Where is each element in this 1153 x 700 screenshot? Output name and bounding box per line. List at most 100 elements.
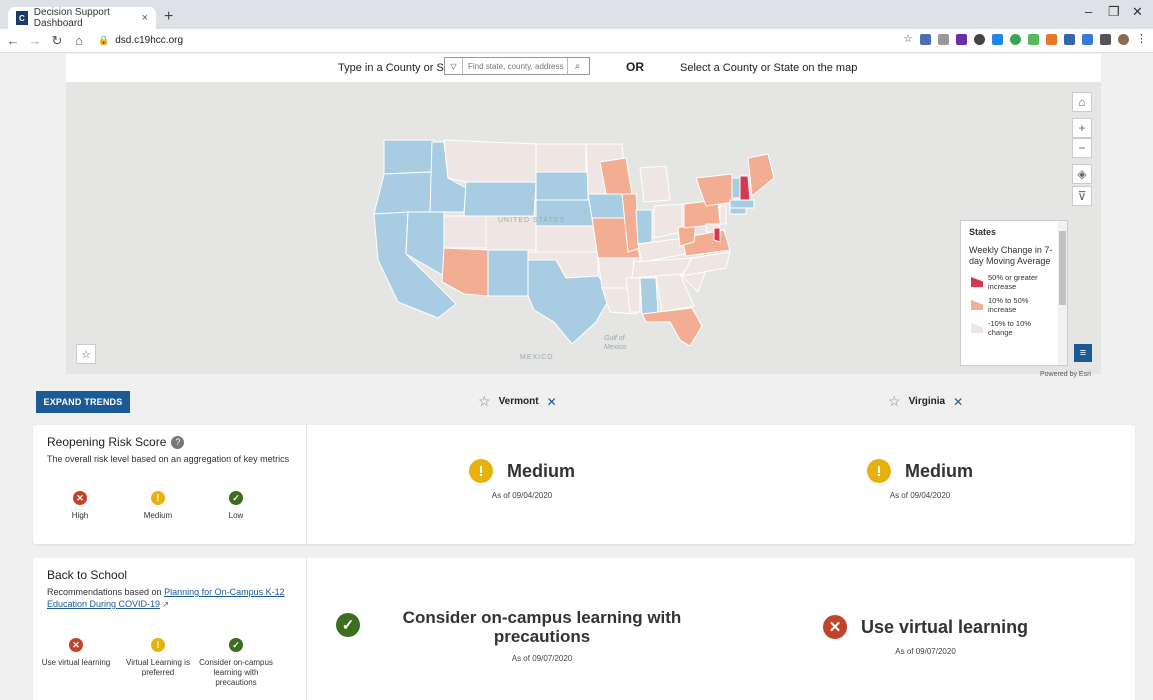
school-subtitle-prefix: Recommendations based on xyxy=(47,587,165,597)
scale-low: ✓ Low xyxy=(199,491,273,521)
new-tab-button[interactable]: + xyxy=(164,8,173,26)
location-search-box[interactable]: ▽ ⌕ xyxy=(444,57,590,75)
close-window-button[interactable]: ✕ xyxy=(1132,4,1143,20)
scrollbar-thumb[interactable] xyxy=(1059,231,1066,305)
dropdown-filter-icon[interactable]: ▽ xyxy=(445,58,463,74)
high-risk-icon: ✕ xyxy=(73,491,87,505)
restore-button[interactable]: ❐ xyxy=(1108,4,1120,20)
browser-tab[interactable]: C Decision Support Dashboard × xyxy=(8,7,156,29)
profile-avatar[interactable] xyxy=(1118,34,1129,45)
scale-preferred: ! Virtual Learning is preferred xyxy=(121,638,195,678)
legend-swatch-high xyxy=(971,277,983,287)
state-alabama[interactable] xyxy=(639,277,659,315)
scale-high: ✕ High xyxy=(43,491,117,521)
state-connecticut[interactable] xyxy=(729,207,747,215)
states-map[interactable]: UNITED STATES MEXICO Gulf of Mexico ⌂ + … xyxy=(66,82,1101,374)
favorite-star-icon[interactable]: ☆ xyxy=(888,393,901,410)
zoom-out-button[interactable]: − xyxy=(1072,138,1092,158)
filter-icon[interactable]: ⊽ xyxy=(1072,186,1092,206)
risk-as-of: As of 09/04/2020 xyxy=(491,491,553,500)
state-oregon[interactable] xyxy=(373,171,433,215)
school-as-of: As of 09/07/2020 xyxy=(511,654,573,663)
reload-icon[interactable]: ↻ xyxy=(48,33,66,49)
state-michigan[interactable] xyxy=(639,165,671,203)
state-new-york[interactable] xyxy=(695,173,735,207)
minimize-button[interactable]: – xyxy=(1085,4,1092,19)
risk-value: Medium xyxy=(905,460,974,481)
forward-icon[interactable]: → xyxy=(26,33,44,48)
extension-icon[interactable] xyxy=(1010,34,1021,45)
extension-icon[interactable] xyxy=(1028,34,1039,45)
extension-icon[interactable] xyxy=(938,34,949,45)
state-vermont[interactable] xyxy=(731,177,741,199)
state-utah[interactable] xyxy=(443,215,487,249)
state-kansas[interactable] xyxy=(535,225,597,253)
bookmark-star-icon[interactable]: ☆ xyxy=(76,344,96,364)
trends-row: EXPAND TRENDS ☆ Vermont ✕ ☆ Virginia ✕ xyxy=(0,387,1153,415)
scale-label: Low xyxy=(228,511,244,520)
layers-icon[interactable]: ◈ xyxy=(1072,164,1092,184)
extension-icon[interactable] xyxy=(1064,34,1075,45)
location-search-input[interactable] xyxy=(463,61,567,71)
remove-location-icon[interactable]: ✕ xyxy=(953,395,963,409)
legend-subtitle: Weekly Change in 7-day Moving Average xyxy=(969,245,1053,266)
state-new-jersey[interactable] xyxy=(719,205,727,225)
location-chip-virginia: ☆ Virginia ✕ xyxy=(888,393,963,410)
puzzle-icon[interactable] xyxy=(1100,34,1111,45)
powered-by-esri[interactable]: Powered by Esri xyxy=(1040,371,1091,378)
extension-icon[interactable] xyxy=(992,34,1003,45)
external-link-icon[interactable]: ↗ xyxy=(160,600,169,609)
map-label-gulf: Gulf of Mexico xyxy=(604,335,627,351)
expand-trends-button[interactable]: EXPAND TRENDS xyxy=(36,391,130,413)
map-label-mexico: MEXICO xyxy=(520,354,554,361)
scale-virtual: ✕ Use virtual learning xyxy=(39,638,113,668)
state-montana[interactable] xyxy=(443,139,537,183)
favorite-star-icon[interactable]: ☆ xyxy=(478,393,491,410)
zoom-in-button[interactable]: + xyxy=(1072,118,1092,138)
search-icon[interactable]: ⌕ xyxy=(567,58,587,74)
extension-icon[interactable] xyxy=(920,34,931,45)
map-label-us: UNITED STATES xyxy=(498,217,566,224)
map-legend[interactable]: States Weekly Change in 7-day Moving Ave… xyxy=(960,220,1068,366)
legend-list-icon[interactable]: ≡ xyxy=(1074,344,1092,362)
state-arizona[interactable] xyxy=(441,247,489,297)
scale-medium: ! Medium xyxy=(121,491,195,521)
state-indiana[interactable] xyxy=(635,209,653,245)
us-map-svg[interactable] xyxy=(66,82,1101,374)
home-icon[interactable]: ⌂ xyxy=(70,33,88,48)
legend-item-label: -10% to 10% change xyxy=(988,319,1031,337)
menu-kebab-icon[interactable]: ⋮ xyxy=(1136,34,1147,45)
state-massachusetts[interactable] xyxy=(729,199,755,209)
help-icon[interactable]: ? xyxy=(171,435,185,449)
state-new-mexico[interactable] xyxy=(487,249,529,297)
bookmark-star-icon[interactable]: ☆ xyxy=(903,34,913,45)
legend-title: States xyxy=(969,227,997,237)
state-maine[interactable] xyxy=(747,153,775,197)
legend-item: 50% or greater increase xyxy=(969,273,1059,291)
tab-close-icon[interactable]: × xyxy=(142,12,148,24)
extension-icon[interactable] xyxy=(1046,34,1057,45)
state-wyoming[interactable] xyxy=(463,181,537,217)
school-description: Back to School Recommendations based on … xyxy=(33,558,307,700)
extension-icon[interactable] xyxy=(1082,34,1093,45)
virtual-learning-icon: ✕ xyxy=(69,638,83,652)
legend-scrollbar[interactable] xyxy=(1058,221,1067,365)
browser-toolbar: ← → ↻ ⌂ 🔒 dsd.c19hcc.org ☆ ⋮ xyxy=(0,29,1153,53)
extension-icon[interactable] xyxy=(974,34,985,45)
dashboard-page: Type in a County or State ▽ ⌕ OR Select … xyxy=(0,54,1153,700)
home-extent-icon[interactable]: ⌂ xyxy=(1072,92,1092,112)
state-new-hampshire[interactable] xyxy=(739,175,751,201)
state-washington[interactable] xyxy=(383,139,435,175)
state-north-dakota[interactable] xyxy=(535,143,587,173)
state-wisconsin[interactable] xyxy=(599,157,633,195)
remove-location-icon[interactable]: ✕ xyxy=(547,395,557,409)
state-florida[interactable] xyxy=(641,307,703,347)
state-delaware[interactable] xyxy=(713,227,721,243)
address-bar[interactable]: dsd.c19hcc.org xyxy=(115,35,183,46)
extension-icon[interactable] xyxy=(956,34,967,45)
state-south-dakota[interactable] xyxy=(535,171,589,201)
risk-as-of: As of 09/04/2020 xyxy=(889,491,951,500)
back-icon[interactable]: ← xyxy=(4,33,22,48)
vermont-school-status: Consider on-campus learning with precaut… xyxy=(397,608,687,663)
state-ohio[interactable] xyxy=(653,203,683,239)
